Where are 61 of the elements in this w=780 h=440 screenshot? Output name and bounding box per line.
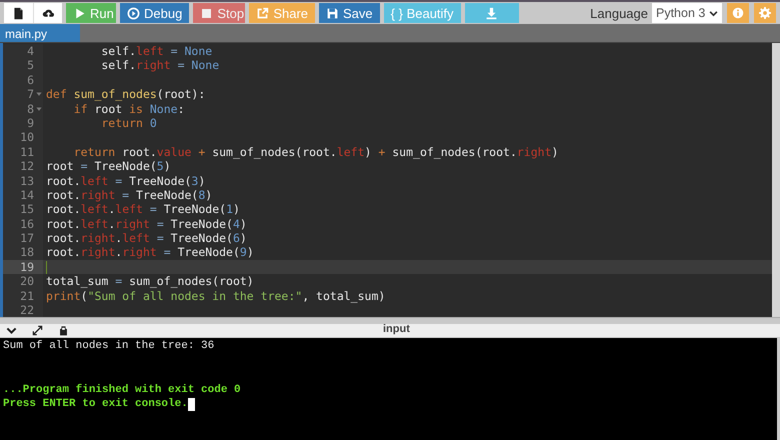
- code-line: root.right.left = TreeNode(6): [45, 231, 247, 246]
- line-number: 4: [27, 44, 34, 58]
- language-label: Language: [590, 6, 648, 20]
- code-line: print("Sum of all nodes in the tree:", total_sum): [45, 288, 386, 304]
- text-cursor: [46, 260, 47, 274]
- code-line: root = TreeNode(5): [45, 159, 171, 174]
- console-status: Press ENTER to exit console.: [3, 397, 188, 412]
- stop-icon: [200, 6, 214, 20]
- file-icon: [12, 6, 25, 20]
- line-number: 7: [27, 87, 34, 102]
- debug-button[interactable]: Debug: [120, 3, 190, 23]
- line-number: 19: [20, 260, 34, 274]
- code-line: root.right.right = TreeNode(9): [45, 245, 254, 260]
- chevron-down-icon: [709, 8, 718, 18]
- fold-caret-icon: [36, 106, 42, 112]
- download-icon: [485, 6, 498, 20]
- chevron-down-icon[interactable]: [6, 325, 17, 336]
- circle-play-icon: [127, 6, 140, 20]
- line-number: 10: [20, 130, 34, 145]
- code-line: root.right = TreeNode(8): [45, 188, 212, 202]
- line-number: 18: [20, 245, 34, 260]
- new-file-button[interactable]: [4, 3, 33, 23]
- line-number: 15: [20, 202, 34, 217]
- code-line: return 0: [100, 116, 157, 130]
- line-number: 8: [27, 102, 34, 116]
- expand-arrows-icon[interactable]: [32, 325, 43, 336]
- code-line: root.left.right = TreeNode(4): [45, 216, 247, 232]
- line-number: 13: [20, 174, 34, 188]
- line-number: 17: [20, 231, 34, 246]
- line-number: 14: [20, 188, 34, 202]
- code-line: total_sum = sum_of_nodes(root): [45, 274, 254, 289]
- line-number: 11: [20, 144, 34, 160]
- language-dropdown[interactable]: Python 3: [652, 3, 722, 23]
- code-line: root.left = TreeNode(3): [45, 174, 206, 188]
- code-editor[interactable]: [0, 43, 780, 317]
- info-icon: [732, 7, 744, 19]
- line-number: 9: [27, 116, 34, 130]
- console-status: ...Program finished with exit code 0: [3, 382, 242, 397]
- line-number: 12: [20, 159, 34, 174]
- fold-caret-icon: [36, 91, 42, 98]
- line-number: 6: [27, 72, 34, 88]
- code-line: self.right = None: [100, 58, 220, 73]
- line-number: 22: [20, 303, 34, 317]
- line-number: 21: [20, 288, 34, 304]
- code-line: def sum_of_nodes(root):: [45, 87, 206, 102]
- code-line: self.left = None: [100, 44, 212, 58]
- code-line: return root.value + sum_of_nodes(root.left) + sum_of_nodes(root.right): [72, 144, 558, 160]
- console-title: input: [383, 323, 410, 335]
- line-number: 20: [20, 274, 34, 289]
- upload-button[interactable]: [33, 3, 62, 23]
- line-number: 16: [20, 216, 34, 232]
- cloud-upload-icon: [42, 6, 54, 20]
- gear-icon: [759, 7, 771, 19]
- console-output: Sum of all nodes in the tree: 36: [3, 339, 216, 354]
- code-line: if root is None:: [72, 102, 185, 116]
- share-icon: [256, 6, 270, 20]
- code-line: root.left.left = TreeNode(1): [45, 202, 240, 217]
- line-number: 5: [27, 58, 34, 73]
- run-button[interactable]: Run: [66, 3, 116, 23]
- file-tab[interactable]: main.py: [0, 24, 80, 42]
- save-button[interactable]: Save: [319, 3, 380, 23]
